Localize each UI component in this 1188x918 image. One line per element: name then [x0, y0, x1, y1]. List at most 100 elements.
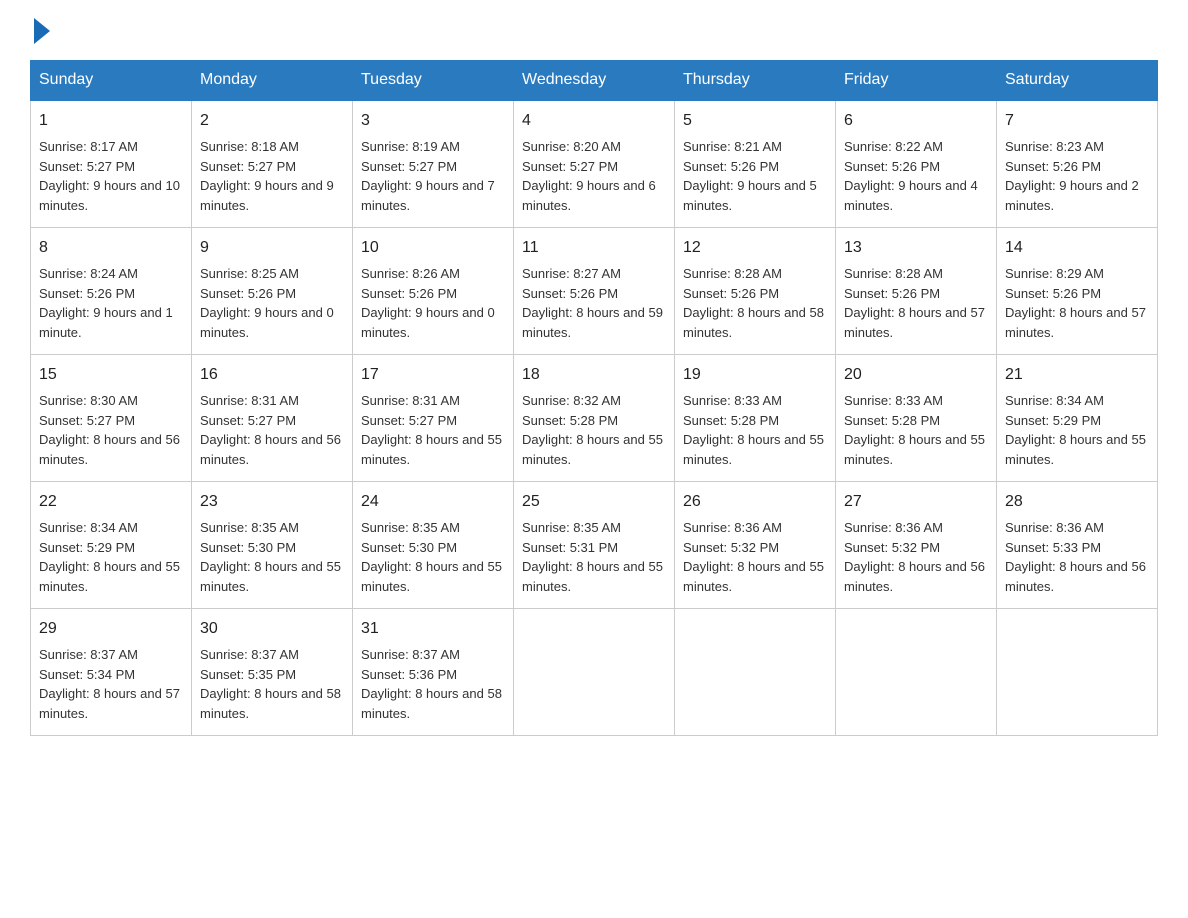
day-number: 8 [39, 236, 183, 260]
day-number: 10 [361, 236, 505, 260]
calendar-cell: 17Sunrise: 8:31 AMSunset: 5:27 PMDayligh… [353, 355, 514, 482]
sunrise-label: Sunrise: 8:20 AM [522, 139, 621, 154]
daylight-label: Daylight: 8 hours and 56 minutes. [39, 432, 180, 467]
sunrise-label: Sunrise: 8:36 AM [683, 520, 782, 535]
daylight-label: Daylight: 9 hours and 0 minutes. [200, 305, 334, 340]
sunrise-label: Sunrise: 8:17 AM [39, 139, 138, 154]
day-header-monday: Monday [192, 61, 353, 101]
daylight-label: Daylight: 9 hours and 5 minutes. [683, 178, 817, 213]
day-number: 23 [200, 490, 344, 514]
sunset-label: Sunset: 5:27 PM [361, 159, 457, 174]
calendar-cell [836, 609, 997, 736]
calendar-cell [997, 609, 1158, 736]
calendar-cell: 24Sunrise: 8:35 AMSunset: 5:30 PMDayligh… [353, 482, 514, 609]
sunrise-label: Sunrise: 8:36 AM [844, 520, 943, 535]
calendar-week-1: 1 Sunrise: 8:17 AM Sunset: 5:27 PM Daylight… [31, 100, 1158, 228]
sunrise-label: Sunrise: 8:35 AM [522, 520, 621, 535]
day-number: 16 [200, 363, 344, 387]
sunset-label: Sunset: 5:26 PM [844, 159, 940, 174]
day-number: 15 [39, 363, 183, 387]
calendar-table: SundayMondayTuesdayWednesdayThursdayFrid… [30, 60, 1158, 736]
daylight-label: Daylight: 9 hours and 10 minutes. [39, 178, 180, 213]
sunset-label: Sunset: 5:27 PM [39, 159, 135, 174]
sunrise-label: Sunrise: 8:28 AM [844, 266, 943, 281]
sunrise-label: Sunrise: 8:31 AM [361, 393, 460, 408]
daylight-label: Daylight: 9 hours and 9 minutes. [200, 178, 334, 213]
calendar-week-2: 8Sunrise: 8:24 AMSunset: 5:26 PMDaylight… [31, 228, 1158, 355]
sunset-label: Sunset: 5:36 PM [361, 667, 457, 682]
calendar-cell: 29Sunrise: 8:37 AMSunset: 5:34 PMDayligh… [31, 609, 192, 736]
sunset-label: Sunset: 5:26 PM [683, 286, 779, 301]
day-number: 30 [200, 617, 344, 641]
calendar-cell: 7Sunrise: 8:23 AMSunset: 5:26 PMDaylight… [997, 100, 1158, 228]
logo [30, 20, 50, 40]
day-number: 6 [844, 109, 988, 133]
calendar-cell: 25 Sunrise: 8:35 AM Sunset: 5:31 PM Dayligh… [514, 482, 675, 609]
sunset-label: Sunset: 5:26 PM [1005, 159, 1101, 174]
sunset-label: Sunset: 5:32 PM [683, 540, 779, 555]
calendar-cell: 26Sunrise: 8:36 AMSunset: 5:32 PMDayligh… [675, 482, 836, 609]
daylight-label: Daylight: 8 hours and 55 minutes. [39, 559, 180, 594]
sunset-label: Sunset: 5:27 PM [522, 159, 618, 174]
daylight-label: Daylight: 9 hours and 4 minutes. [844, 178, 978, 213]
daylight-label: Daylight: 8 hours and 55 minutes. [683, 559, 824, 594]
calendar-cell: 10Sunrise: 8:26 AMSunset: 5:26 PMDayligh… [353, 228, 514, 355]
daylight-label: Daylight: 8 hours and 55 minutes. [200, 559, 341, 594]
day-header-tuesday: Tuesday [353, 61, 514, 101]
calendar-cell: 9Sunrise: 8:25 AMSunset: 5:26 PMDaylight… [192, 228, 353, 355]
sunrise-label: Sunrise: 8:22 AM [844, 139, 943, 154]
daylight-label: Daylight: 8 hours and 55 minutes. [522, 559, 663, 594]
sunset-label: Sunset: 5:26 PM [361, 286, 457, 301]
sunset-label: Sunset: 5:31 PM [522, 540, 618, 555]
sunset-label: Sunset: 5:26 PM [844, 286, 940, 301]
sunset-label: Sunset: 5:28 PM [683, 413, 779, 428]
calendar-cell: 18Sunrise: 8:32 AMSunset: 5:28 PMDayligh… [514, 355, 675, 482]
sunrise-label: Sunrise: 8:35 AM [200, 520, 299, 535]
sunset-label: Sunset: 5:30 PM [361, 540, 457, 555]
calendar-cell: 3Sunrise: 8:19 AMSunset: 5:27 PMDaylight… [353, 100, 514, 228]
day-number: 14 [1005, 236, 1149, 260]
day-number: 29 [39, 617, 183, 641]
day-number: 3 [361, 109, 505, 133]
sunset-label: Sunset: 5:32 PM [844, 540, 940, 555]
calendar-cell: 16Sunrise: 8:31 AMSunset: 5:27 PMDayligh… [192, 355, 353, 482]
day-number: 7 [1005, 109, 1149, 133]
daylight-label: Daylight: 8 hours and 58 minutes. [361, 686, 502, 721]
daylight-label: Daylight: 8 hours and 55 minutes. [522, 432, 663, 467]
day-number: 25 [522, 490, 666, 514]
calendar-cell: 21Sunrise: 8:34 AMSunset: 5:29 PMDayligh… [997, 355, 1158, 482]
day-header-sunday: Sunday [31, 61, 192, 101]
sunrise-label: Sunrise: 8:21 AM [683, 139, 782, 154]
calendar-week-3: 15 Sunrise: 8:30 AM Sunset: 5:27 PM Dayligh… [31, 355, 1158, 482]
sunrise-label: Sunrise: 8:30 AM [39, 393, 138, 408]
calendar-cell: 22Sunrise: 8:34 AMSunset: 5:29 PMDayligh… [31, 482, 192, 609]
calendar-cell: 5Sunrise: 8:21 AMSunset: 5:26 PMDaylight… [675, 100, 836, 228]
day-number: 2 [200, 109, 344, 133]
day-header-saturday: Saturday [997, 61, 1158, 101]
daylight-label: Daylight: 8 hours and 58 minutes. [200, 686, 341, 721]
daylight-label: Daylight: 8 hours and 58 minutes. [683, 305, 824, 340]
day-number: 1 [39, 109, 183, 133]
calendar-cell [514, 609, 675, 736]
sunset-label: Sunset: 5:27 PM [39, 413, 135, 428]
logo-arrow-icon [34, 18, 50, 44]
calendar-cell: 19Sunrise: 8:33 AMSunset: 5:28 PMDayligh… [675, 355, 836, 482]
calendar-cell: 12Sunrise: 8:28 AMSunset: 5:26 PMDayligh… [675, 228, 836, 355]
daylight-label: Daylight: 8 hours and 56 minutes. [200, 432, 341, 467]
page-header [30, 20, 1158, 40]
sunrise-label: Sunrise: 8:37 AM [200, 647, 299, 662]
daylight-label: Daylight: 8 hours and 57 minutes. [844, 305, 985, 340]
daylight-label: Daylight: 8 hours and 55 minutes. [1005, 432, 1146, 467]
sunrise-label: Sunrise: 8:34 AM [39, 520, 138, 535]
sunset-label: Sunset: 5:26 PM [683, 159, 779, 174]
sunrise-label: Sunrise: 8:18 AM [200, 139, 299, 154]
calendar-cell: 6 Sunrise: 8:22 AM Sunset: 5:26 PM Daylight… [836, 100, 997, 228]
sunrise-label: Sunrise: 8:33 AM [844, 393, 943, 408]
daylight-label: Daylight: 9 hours and 6 minutes. [522, 178, 656, 213]
daylight-label: Daylight: 8 hours and 59 minutes. [522, 305, 663, 340]
calendar-cell: 23Sunrise: 8:35 AMSunset: 5:30 PMDayligh… [192, 482, 353, 609]
calendar-week-5: 29Sunrise: 8:37 AMSunset: 5:34 PMDayligh… [31, 609, 1158, 736]
day-number: 12 [683, 236, 827, 260]
calendar-cell: 27Sunrise: 8:36 AMSunset: 5:32 PMDayligh… [836, 482, 997, 609]
day-number: 22 [39, 490, 183, 514]
